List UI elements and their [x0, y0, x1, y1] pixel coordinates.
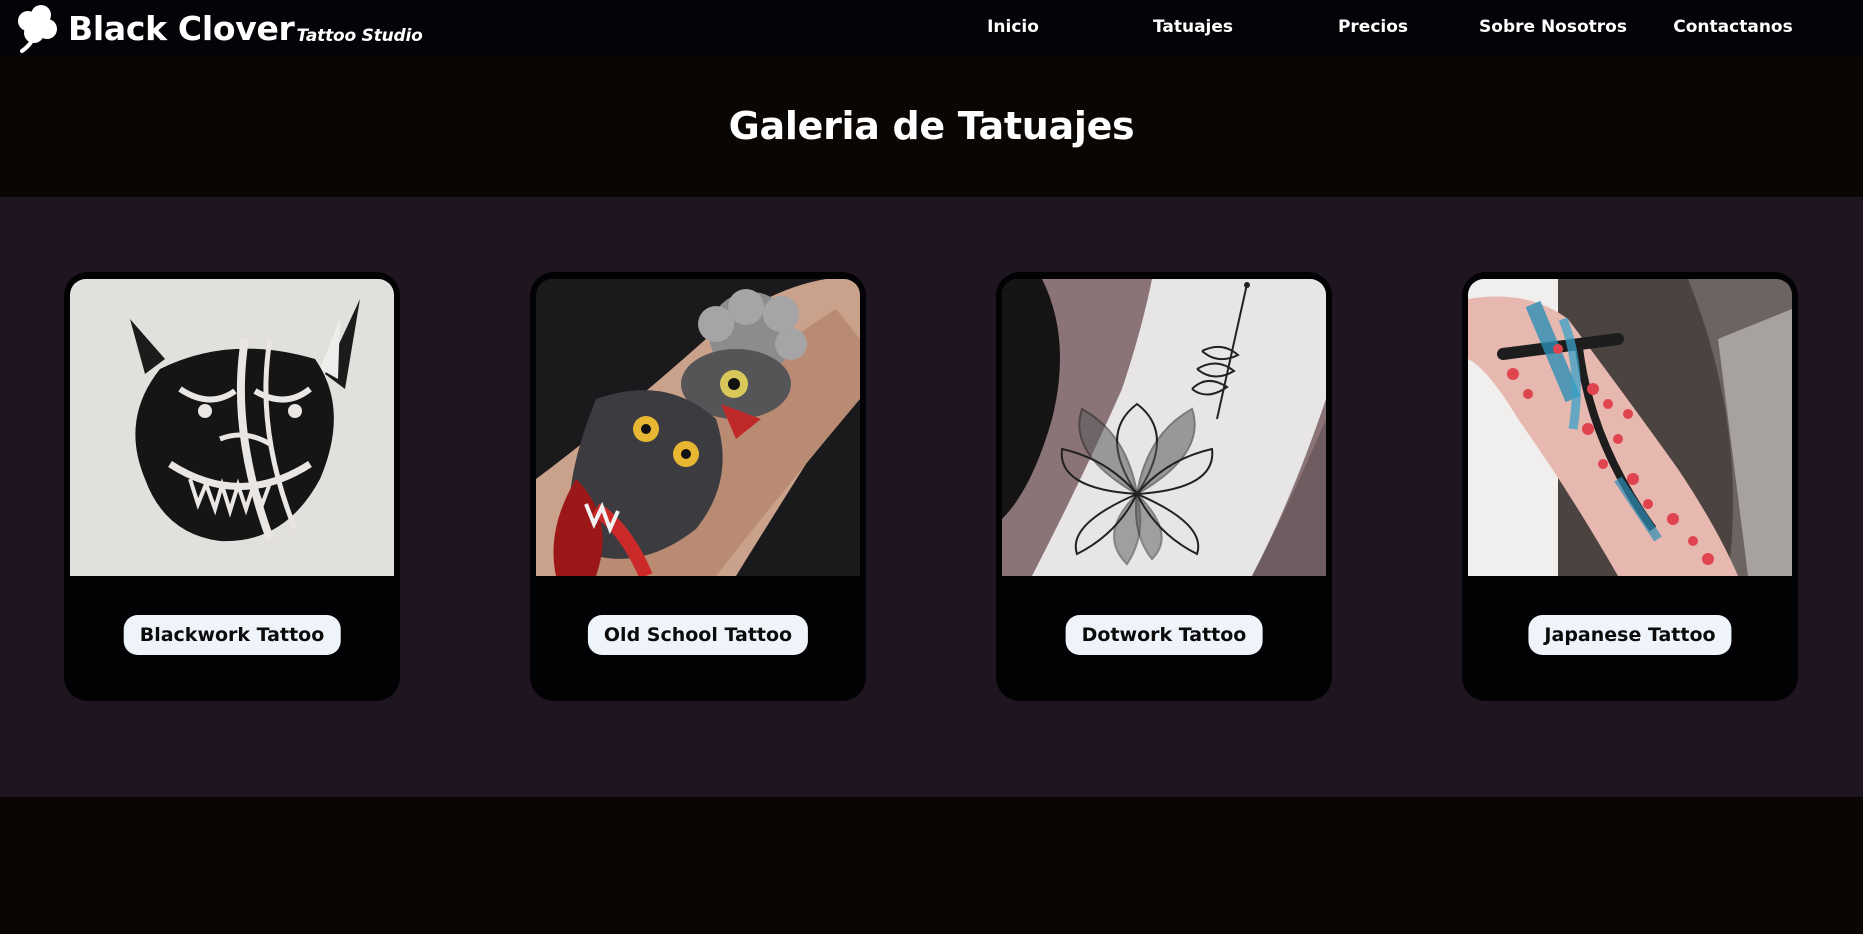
card-label-dotwork[interactable]: Dotwork Tattoo — [1065, 615, 1263, 655]
top-navbar: Black Clover Tattoo Studio Inicio Tatuaj… — [0, 0, 1863, 57]
nav-item-contactanos[interactable]: Contactanos — [1673, 0, 1792, 54]
nav-item-tatuajes[interactable]: Tatuajes — [1153, 0, 1233, 54]
japanese-tattoo-photo — [1468, 279, 1792, 576]
footer-area — [0, 797, 1863, 934]
old-school-tattoo-photo — [536, 279, 860, 576]
page-title: Galeria de Tatuajes — [728, 103, 1135, 148]
title-band: Galeria de Tatuajes — [0, 57, 1863, 197]
dotwork-tattoo-photo — [1002, 279, 1326, 576]
nav-item-inicio[interactable]: Inicio — [987, 0, 1039, 54]
card-label-blackwork[interactable]: Blackwork Tattoo — [123, 615, 341, 655]
card-label-old-school[interactable]: Old School Tattoo — [587, 615, 809, 655]
gallery-card-blackwork[interactable]: Blackwork Tattoo — [64, 272, 400, 701]
tattoo-gallery: Blackwork Tattoo Old School Tattoo Dotwo… — [0, 197, 1863, 797]
card-label-japanese[interactable]: Japanese Tattoo — [1528, 615, 1732, 655]
gallery-card-dotwork[interactable]: Dotwork Tattoo — [996, 272, 1332, 701]
nav-item-precios[interactable]: Precios — [1338, 0, 1408, 54]
blackwork-tattoo-photo — [70, 279, 394, 576]
nav-item-sobre-nosotros[interactable]: Sobre Nosotros — [1479, 0, 1627, 54]
gallery-card-old-school[interactable]: Old School Tattoo — [530, 272, 866, 701]
main-nav: Inicio Tatuajes Precios Sobre Nosotros C… — [0, 0, 1863, 57]
gallery-card-japanese[interactable]: Japanese Tattoo — [1462, 272, 1798, 701]
